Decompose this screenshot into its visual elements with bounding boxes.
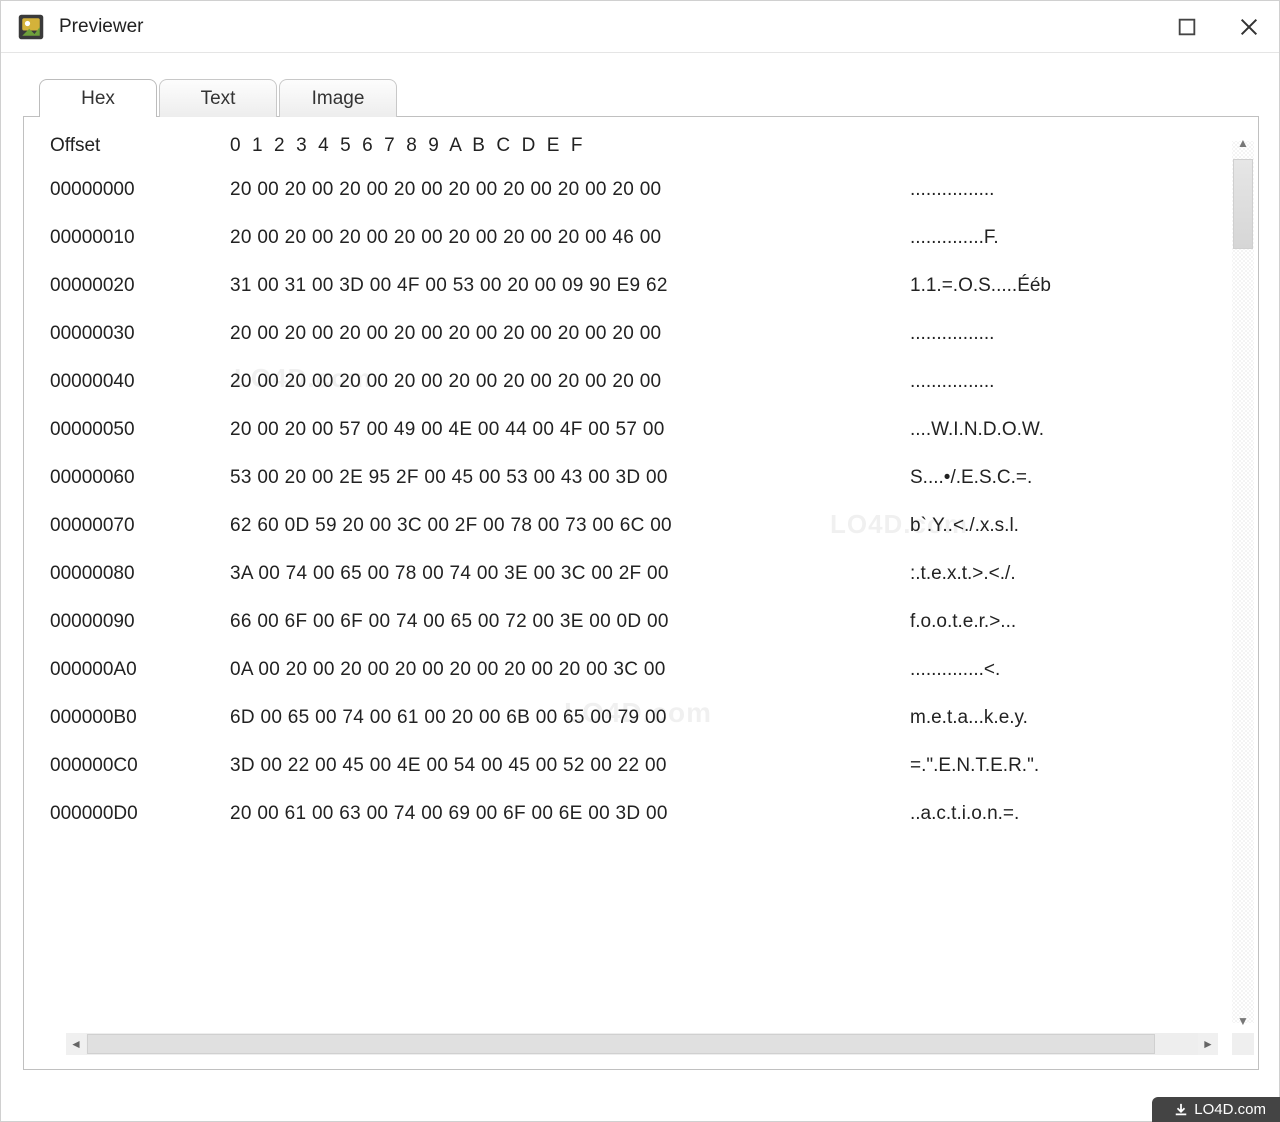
- bytes-cell: 20 00 20 00 20 00 20 00 20 00 20 00 20 0…: [230, 179, 870, 201]
- horizontal-scroll-track[interactable]: [86, 1033, 1198, 1055]
- ascii-cell: S....•/.E.S.C.=.: [870, 467, 1050, 489]
- offset-cell: 00000030: [50, 323, 230, 345]
- ascii-cell: ................: [870, 371, 1050, 393]
- offset-cell: 000000D0: [50, 803, 230, 825]
- tab-strip: Hex Text Image: [39, 79, 1259, 117]
- window-controls: [1173, 13, 1269, 41]
- hex-row: 000000803A 00 74 00 65 00 78 00 74 00 3E…: [50, 563, 1252, 585]
- window-title: Previewer: [59, 16, 1173, 38]
- offset-cell: 000000B0: [50, 707, 230, 729]
- hex-row: 000000C03D 00 22 00 45 00 4E 00 54 00 45…: [50, 755, 1252, 777]
- scroll-down-arrow-icon[interactable]: ▼: [1232, 1011, 1254, 1031]
- ascii-cell: ....W.I.N.D.O.W.: [870, 419, 1050, 441]
- hex-row: 000000B06D 00 65 00 74 00 61 00 20 00 6B…: [50, 707, 1252, 729]
- offset-cell: 00000020: [50, 275, 230, 297]
- ascii-cell: ..a.c.t.i.o.n.=.: [870, 803, 1050, 825]
- offset-cell: 00000080: [50, 563, 230, 585]
- offset-cell: 00000000: [50, 179, 230, 201]
- bytes-cell: 53 00 20 00 2E 95 2F 00 45 00 53 00 43 0…: [230, 467, 870, 489]
- bytes-cell: 20 00 20 00 20 00 20 00 20 00 20 00 20 0…: [230, 371, 870, 393]
- offset-cell: 00000070: [50, 515, 230, 537]
- bytes-cell: 62 60 0D 59 20 00 3C 00 2F 00 78 00 73 0…: [230, 515, 870, 537]
- ascii-cell: f.o.o.t.e.r.>...: [870, 611, 1050, 633]
- horizontal-scroll-thumb[interactable]: [87, 1034, 1155, 1054]
- hex-row: 0000006053 00 20 00 2E 95 2F 00 45 00 53…: [50, 467, 1252, 489]
- ascii-cell: ................: [870, 323, 1050, 345]
- hex-row: 0000007062 60 0D 59 20 00 3C 00 2F 00 78…: [50, 515, 1252, 537]
- tab-text[interactable]: Text: [159, 79, 277, 117]
- hex-row: 0000001020 00 20 00 20 00 20 00 20 00 20…: [50, 227, 1252, 249]
- maximize-button[interactable]: [1173, 13, 1201, 41]
- bytes-cell: 20 00 61 00 63 00 74 00 69 00 6F 00 6E 0…: [230, 803, 870, 825]
- offset-cell: 00000060: [50, 467, 230, 489]
- bytes-cell: 20 00 20 00 20 00 20 00 20 00 20 00 20 0…: [230, 323, 870, 345]
- close-button[interactable]: [1235, 13, 1263, 41]
- ascii-cell: ..............<.: [870, 659, 1050, 681]
- ascii-cell: 1.1.=.O.S.....Ééb: [870, 275, 1051, 297]
- hex-panel: Offset 0 1 2 3 4 5 6 7 8 9 A B C D E F 0…: [23, 116, 1259, 1070]
- source-badge-label: LO4D.com: [1194, 1101, 1266, 1118]
- hex-viewport: Offset 0 1 2 3 4 5 6 7 8 9 A B C D E F 0…: [50, 135, 1252, 1061]
- vertical-scrollbar[interactable]: ▲ ▼: [1232, 141, 1254, 1023]
- vertical-scroll-thumb[interactable]: [1233, 159, 1253, 249]
- app-icon: [17, 13, 45, 41]
- bytes-cell: 3A 00 74 00 65 00 78 00 74 00 3E 00 3C 0…: [230, 563, 870, 585]
- offset-cell: 000000C0: [50, 755, 230, 777]
- hex-row: 0000009066 00 6F 00 6F 00 74 00 65 00 72…: [50, 611, 1252, 633]
- offset-header: Offset: [50, 135, 230, 157]
- bytes-cell: 20 00 20 00 57 00 49 00 4E 00 44 00 4F 0…: [230, 419, 870, 441]
- titlebar: Previewer: [1, 1, 1279, 53]
- bytes-cell: 3D 00 22 00 45 00 4E 00 54 00 45 00 52 0…: [230, 755, 870, 777]
- bytes-cell: 31 00 31 00 3D 00 4F 00 53 00 20 00 09 9…: [230, 275, 870, 297]
- tab-hex[interactable]: Hex: [39, 79, 157, 117]
- hex-rows-container: 0000000020 00 20 00 20 00 20 00 20 00 20…: [50, 179, 1252, 825]
- hex-row: 000000D020 00 61 00 63 00 74 00 69 00 6F…: [50, 803, 1252, 825]
- ascii-cell: ..............F.: [870, 227, 1050, 249]
- bytes-cell: 6D 00 65 00 74 00 61 00 20 00 6B 00 65 0…: [230, 707, 870, 729]
- offset-cell: 00000050: [50, 419, 230, 441]
- columns-header: 0 1 2 3 4 5 6 7 8 9 A B C D E F: [230, 135, 870, 157]
- previewer-window: Previewer Hex Text Image Offset 0 1 2 3 …: [0, 0, 1280, 1122]
- download-icon: [1174, 1103, 1188, 1117]
- scroll-left-arrow-icon[interactable]: ◄: [66, 1037, 86, 1051]
- horizontal-scrollbar[interactable]: ◄ ►: [66, 1033, 1218, 1055]
- source-badge: LO4D.com: [1152, 1097, 1280, 1122]
- hex-row: 000000A00A 00 20 00 20 00 20 00 20 00 20…: [50, 659, 1252, 681]
- hex-row: 0000003020 00 20 00 20 00 20 00 20 00 20…: [50, 323, 1252, 345]
- scroll-right-arrow-icon[interactable]: ►: [1198, 1037, 1218, 1051]
- scrollbar-corner: [1232, 1033, 1254, 1055]
- bytes-cell: 0A 00 20 00 20 00 20 00 20 00 20 00 20 0…: [230, 659, 870, 681]
- bytes-cell: 20 00 20 00 20 00 20 00 20 00 20 00 20 0…: [230, 227, 870, 249]
- ascii-cell: :.t.e.x.t.>.<./.: [870, 563, 1050, 585]
- hex-row: 0000000020 00 20 00 20 00 20 00 20 00 20…: [50, 179, 1252, 201]
- ascii-cell: b`.Y..<./.x.s.l.: [870, 515, 1050, 537]
- hex-row: 0000004020 00 20 00 20 00 20 00 20 00 20…: [50, 371, 1252, 393]
- hex-row: 0000002031 00 31 00 3D 00 4F 00 53 00 20…: [50, 275, 1252, 297]
- offset-cell: 00000040: [50, 371, 230, 393]
- ascii-cell: m.e.t.a...k.e.y.: [870, 707, 1050, 729]
- tab-image[interactable]: Image: [279, 79, 397, 117]
- offset-cell: 000000A0: [50, 659, 230, 681]
- hex-row: 0000005020 00 20 00 57 00 49 00 4E 00 44…: [50, 419, 1252, 441]
- offset-cell: 00000090: [50, 611, 230, 633]
- ascii-cell: =.".E.N.T.E.R.".: [870, 755, 1050, 777]
- content-area: Hex Text Image Offset 0 1 2 3 4 5 6 7 8 …: [1, 53, 1279, 1121]
- hex-header-row: Offset 0 1 2 3 4 5 6 7 8 9 A B C D E F: [50, 135, 1252, 157]
- scroll-up-arrow-icon[interactable]: ▲: [1232, 133, 1254, 153]
- ascii-cell: ................: [870, 179, 1050, 201]
- bytes-cell: 66 00 6F 00 6F 00 74 00 65 00 72 00 3E 0…: [230, 611, 870, 633]
- offset-cell: 00000010: [50, 227, 230, 249]
